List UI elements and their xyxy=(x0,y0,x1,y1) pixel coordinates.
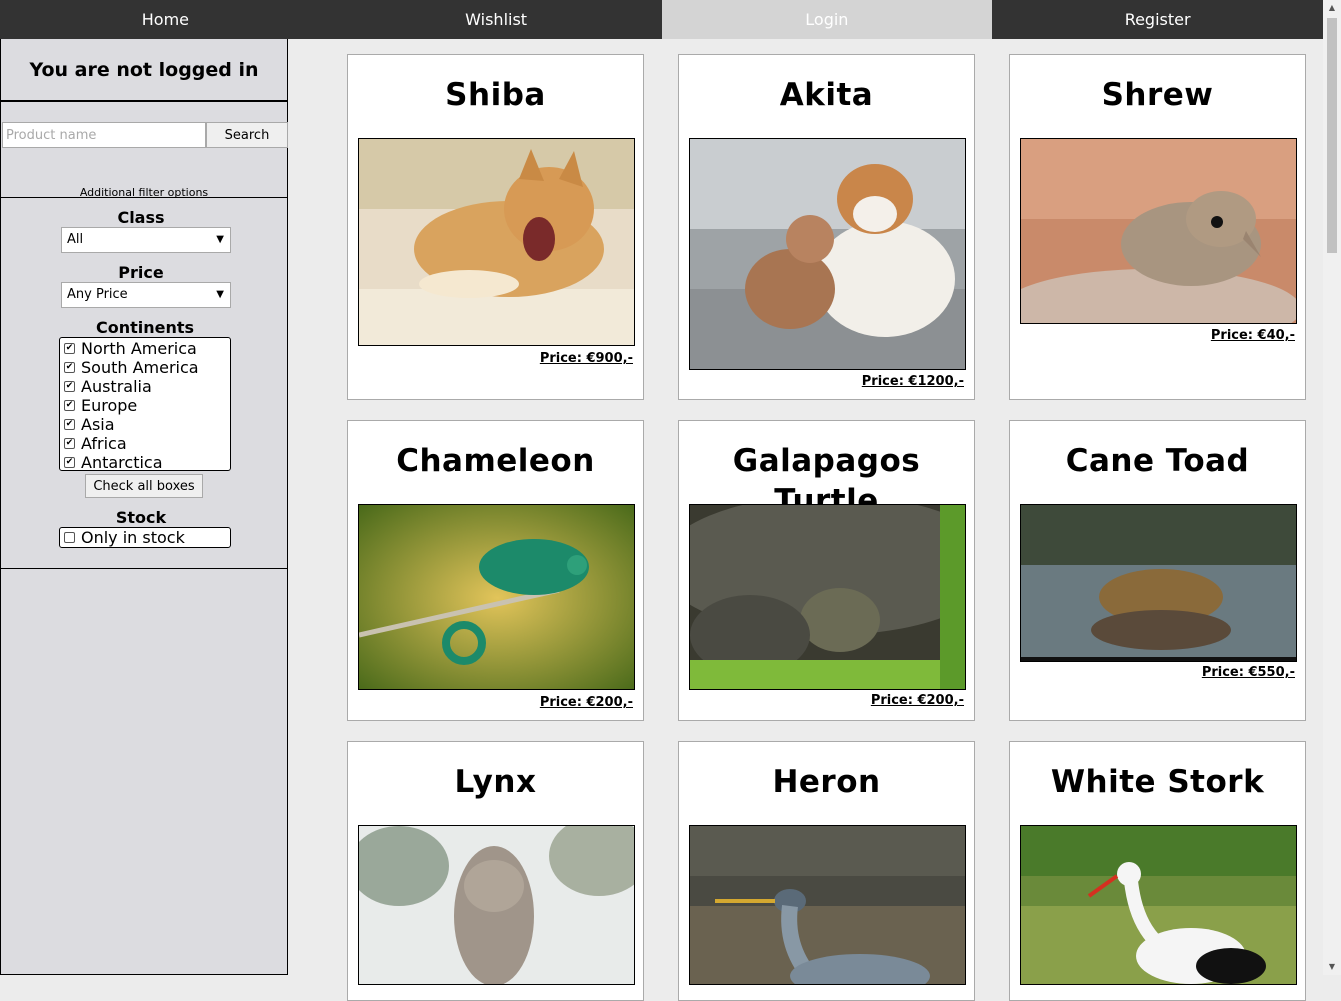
continent-label: Europe xyxy=(81,396,138,415)
product-image[interactable] xyxy=(689,138,966,370)
product-title: Chameleon xyxy=(396,443,595,479)
product-image[interactable] xyxy=(358,825,635,985)
product-image[interactable] xyxy=(689,825,966,985)
continent-label: Asia xyxy=(81,415,115,434)
continent-option[interactable]: ✔ Australia xyxy=(60,377,230,396)
filter-section: Class All ▼ Price Any Price ▼ Continents… xyxy=(1,198,287,569)
scroll-up-arrow-icon[interactable]: ▲ xyxy=(1323,0,1341,16)
nav-register[interactable]: Register xyxy=(992,0,1323,39)
stock-option-label: Only in stock xyxy=(81,528,185,547)
class-select-value: All xyxy=(67,232,84,247)
product-card[interactable]: Chameleon Price: €200,- xyxy=(347,420,644,721)
product-image[interactable] xyxy=(689,504,966,690)
continent-option[interactable]: ✔ Europe xyxy=(60,396,230,415)
continent-option[interactable]: ✔ Asia xyxy=(60,415,230,434)
product-title: Galapagos Turtle xyxy=(732,443,921,519)
product-image[interactable] xyxy=(1020,825,1297,985)
check-all-button[interactable]: Check all boxes xyxy=(85,474,203,498)
price-select[interactable]: Any Price ▼ xyxy=(61,282,231,308)
search-section: Search Additional filter options xyxy=(1,101,288,199)
product-title: Shrew xyxy=(1101,77,1214,113)
product-card[interactable]: Galapagos Turtle Price: €200,- xyxy=(678,420,975,721)
product-title: Shiba xyxy=(445,77,546,113)
checkbox-checked-icon[interactable]: ✔ xyxy=(64,438,75,449)
continent-label: South America xyxy=(81,358,199,377)
search-input[interactable] xyxy=(2,122,206,148)
product-title: Akita xyxy=(779,77,874,113)
product-price[interactable]: Price: €40,- xyxy=(1211,328,1295,343)
dropdown-arrow-icon: ▼ xyxy=(216,234,224,245)
product-image[interactable] xyxy=(1020,504,1297,662)
continent-label: Australia xyxy=(81,377,152,396)
product-card[interactable]: Shrew Price: €40,- xyxy=(1009,54,1306,400)
checkbox-checked-icon[interactable]: ✔ xyxy=(64,457,75,468)
checkbox-checked-icon[interactable]: ✔ xyxy=(64,381,75,392)
sidebar: You are not logged in Search Additional … xyxy=(0,39,288,975)
product-price[interactable]: Price: €550,- xyxy=(1202,665,1295,680)
continent-option[interactable]: ✔ Antarctica xyxy=(60,453,230,471)
product-card[interactable]: Akita Price: €1200,- xyxy=(678,54,975,400)
nav-wishlist[interactable]: Wishlist xyxy=(331,0,662,39)
product-price[interactable]: Price: €200,- xyxy=(540,695,633,710)
stock-label: Stock xyxy=(115,508,167,527)
class-label: Class xyxy=(117,208,165,227)
continent-label: North America xyxy=(81,339,197,358)
stock-option[interactable]: Only in stock xyxy=(59,527,231,548)
checkbox-checked-icon[interactable]: ✔ xyxy=(64,419,75,430)
search-button[interactable]: Search xyxy=(206,122,288,148)
continent-label: Antarctica xyxy=(81,453,163,471)
product-card[interactable]: Heron xyxy=(678,741,975,1001)
product-card[interactable]: Lynx xyxy=(347,741,644,1001)
product-price[interactable]: Price: €1200,- xyxy=(862,374,964,389)
price-select-value: Any Price xyxy=(67,287,128,302)
continents-label: Continents xyxy=(95,318,195,337)
dropdown-arrow-icon: ▼ xyxy=(216,289,224,300)
nav-login[interactable]: Login xyxy=(661,0,993,39)
product-card[interactable]: White Stork xyxy=(1009,741,1306,1001)
product-title: Cane Toad xyxy=(1065,443,1250,479)
login-status: You are not logged in xyxy=(1,39,287,101)
product-image[interactable] xyxy=(1020,138,1297,324)
product-price[interactable]: Price: €900,- xyxy=(540,351,633,366)
continent-option[interactable]: ✔ Africa xyxy=(60,434,230,453)
top-nav: Home Wishlist Login Register xyxy=(0,0,1323,39)
price-label: Price xyxy=(118,263,164,282)
product-title: Heron xyxy=(772,764,881,800)
checkbox-checked-icon[interactable]: ✔ xyxy=(64,400,75,411)
continent-option[interactable]: ✔ South America xyxy=(60,358,230,377)
product-card[interactable]: Cane Toad Price: €550,- xyxy=(1009,420,1306,721)
checkbox-checked-icon[interactable]: ✔ xyxy=(64,362,75,373)
product-title: Lynx xyxy=(454,764,537,800)
scroll-thumb[interactable] xyxy=(1327,18,1337,253)
checkbox-checked-icon[interactable]: ✔ xyxy=(64,343,75,354)
continents-list: ✔ North America ✔ South America ✔ Australia… xyxy=(59,337,231,471)
product-title: White Stork xyxy=(1050,764,1265,800)
product-image[interactable] xyxy=(358,138,635,346)
class-select[interactable]: All ▼ xyxy=(61,227,231,253)
scroll-down-arrow-icon[interactable]: ▼ xyxy=(1323,959,1341,975)
product-price[interactable]: Price: €200,- xyxy=(871,693,964,708)
product-card[interactable]: Shiba Price: €900,- xyxy=(347,54,644,400)
continent-option[interactable]: ✔ North America xyxy=(60,339,230,358)
product-image[interactable] xyxy=(358,504,635,690)
continent-label: Africa xyxy=(81,434,127,453)
nav-home[interactable]: Home xyxy=(0,0,331,39)
vertical-scrollbar[interactable]: ▲ ▼ xyxy=(1323,0,1341,975)
checkbox-unchecked-icon[interactable] xyxy=(64,532,75,543)
